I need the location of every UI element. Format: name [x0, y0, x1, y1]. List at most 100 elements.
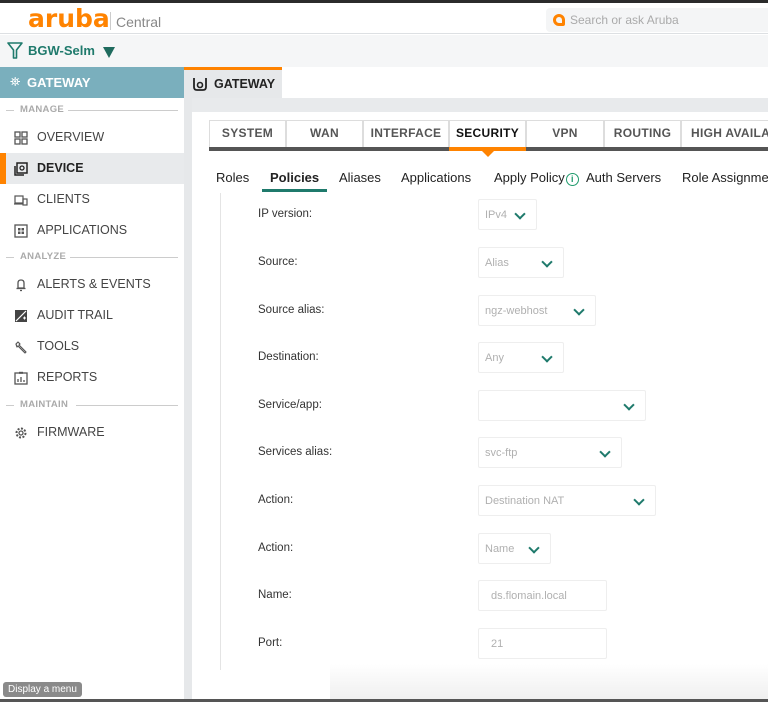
funnel-icon[interactable] — [7, 42, 23, 60]
top-bar: aruba Central Search or ask Aruba — [0, 3, 768, 34]
search-input[interactable]: Search or ask Aruba — [546, 8, 768, 32]
sidebar-item-alerts-events[interactable]: ALERTS & EVENTS — [0, 269, 184, 300]
source-select[interactable]: Alias — [478, 247, 564, 278]
section-maintain: MAINTAIN — [6, 399, 178, 411]
sidebar-item-label: ALERTS & EVENTS — [37, 277, 151, 291]
tab-vpn[interactable]: VPN — [526, 120, 604, 151]
active-indicator — [0, 153, 6, 184]
select-value: Name — [485, 543, 515, 555]
subtab-policies[interactable]: Policies — [262, 170, 328, 192]
field-action: Action: Destination NAT — [258, 485, 708, 526]
filter-dropdown-icon[interactable] — [103, 47, 115, 58]
service-app-select[interactable] — [478, 390, 646, 421]
sidebar-item-label: AUDIT TRAIL — [37, 308, 113, 322]
select-value: svc-ftp — [485, 447, 518, 459]
field-label: Name: — [258, 589, 292, 601]
subtab-auth-servers[interactable]: Auth Servers — [586, 170, 661, 185]
panel-bottom-shadow — [330, 664, 768, 702]
sidebar-item-applications[interactable]: APPLICATIONS — [0, 215, 184, 246]
active-tab-pointer — [481, 151, 494, 157]
group-filter-label[interactable]: BGW-Selm — [28, 43, 95, 58]
sidebar-item-label: APPLICATIONS — [37, 223, 128, 237]
chevron-down-icon — [623, 399, 635, 411]
context-tab-gateway[interactable]: GATEWAY — [184, 67, 282, 100]
chevron-down-icon — [599, 446, 611, 458]
applications-icon — [14, 224, 28, 238]
sidebar-item-label: DEVICE — [37, 161, 84, 175]
field-ip-version: IP version: IPv4 — [258, 199, 708, 240]
name-input[interactable]: ds.flomain.local — [478, 580, 607, 611]
sidebar-item-label: FIRMWARE — [37, 425, 105, 439]
sidebar-item-label: CLIENTS — [37, 192, 90, 206]
sidebar-item-device[interactable]: DEVICE — [0, 153, 184, 184]
sidebar-item-audit-trail[interactable]: AUDIT TRAIL — [0, 300, 184, 331]
sidebar: ⛯ GATEWAY MANAGE OVERVIEW DEVICE CLIENTS… — [0, 67, 184, 702]
sidebar-header-gateway[interactable]: ⛯ GATEWAY — [0, 67, 184, 98]
sidebar-item-tools[interactable]: TOOLS — [0, 331, 184, 362]
field-label: Services alias: — [258, 446, 333, 458]
gear-icon — [14, 426, 28, 440]
subtab-apply-policy[interactable]: Apply Policy i — [494, 170, 579, 186]
tab-routing[interactable]: ROUTING — [604, 120, 681, 151]
clients-icon — [14, 193, 28, 207]
tab-security[interactable]: SECURITY — [449, 120, 526, 157]
audit-icon — [14, 309, 28, 323]
sidebar-item-overview[interactable]: OVERVIEW — [0, 122, 184, 153]
action-select[interactable]: Destination NAT — [478, 485, 656, 516]
field-label: Source: — [258, 256, 298, 268]
report-icon — [14, 371, 28, 385]
sidebar-item-label: REPORTS — [37, 370, 98, 384]
section-analyze: ANALYZE — [6, 251, 178, 263]
form-left-rule — [220, 193, 221, 670]
field-label: Action: — [258, 542, 294, 554]
section-manage: MANAGE — [6, 104, 178, 116]
search-icon — [553, 14, 565, 26]
gateway-icon: ⛯ — [10, 74, 21, 89]
select-value: IPv4 — [485, 209, 508, 221]
tab-wan[interactable]: WAN — [286, 120, 363, 151]
logo-divider — [110, 12, 111, 30]
ip-version-select[interactable]: IPv4 — [478, 199, 537, 230]
field-source-alias: Source alias: ngz-webhost — [258, 295, 708, 336]
action-target-select[interactable]: Name — [478, 533, 551, 564]
chevron-down-icon — [541, 351, 553, 363]
subtab-role-assignment[interactable]: Role Assignmen — [682, 170, 768, 185]
chevron-down-icon — [573, 304, 585, 316]
select-value: Alias — [485, 257, 509, 269]
sidebar-item-label: OVERVIEW — [37, 130, 105, 144]
filter-bar: BGW-Selm — [0, 35, 768, 67]
sidebar-item-clients[interactable]: CLIENTS — [0, 184, 184, 215]
source-alias-select[interactable]: ngz-webhost — [478, 295, 596, 326]
wrench-icon — [14, 340, 28, 354]
search-placeholder: Search or ask Aruba — [570, 13, 679, 27]
tab-system[interactable]: SYSTEM — [209, 120, 286, 151]
port-input[interactable]: 21 — [478, 628, 607, 659]
subtab-roles[interactable]: Roles — [216, 170, 249, 185]
sidebar-item-reports[interactable]: REPORTS — [0, 362, 184, 393]
select-value: Destination NAT — [485, 495, 565, 507]
tab-interface[interactable]: INTERFACE — [363, 120, 449, 151]
section-label: MANAGE — [18, 104, 67, 115]
destination-select[interactable]: Any — [478, 342, 564, 373]
tab-high-availability[interactable]: HIGH AVAILA — [681, 120, 768, 151]
select-value: ngz-webhost — [485, 305, 548, 317]
subtab-applications[interactable]: Applications — [401, 170, 471, 185]
services-alias-select[interactable]: svc-ftp — [478, 437, 622, 468]
subtab-aliases[interactable]: Aliases — [339, 170, 381, 185]
field-destination: Destination: Any — [258, 342, 708, 383]
chevron-down-icon — [514, 208, 526, 220]
chevron-down-icon — [633, 494, 645, 506]
info-icon[interactable]: i — [565, 173, 579, 186]
field-name: Name: ds.flomain.local — [258, 580, 708, 621]
field-action-target: Action: Name — [258, 533, 708, 574]
sidebar-item-firmware[interactable]: FIRMWARE — [0, 417, 184, 448]
section-label: ANALYZE — [18, 251, 69, 262]
field-label: Action: — [258, 494, 294, 506]
field-label: IP version: — [258, 208, 313, 220]
active-subtab-underline — [262, 189, 328, 192]
sidebar-divider — [184, 98, 192, 702]
field-label: Destination: — [258, 351, 319, 363]
field-services-alias: Services alias: svc-ftp — [258, 437, 708, 478]
device-icon — [14, 162, 28, 176]
aruba-logo[interactable]: aruba — [28, 6, 110, 31]
